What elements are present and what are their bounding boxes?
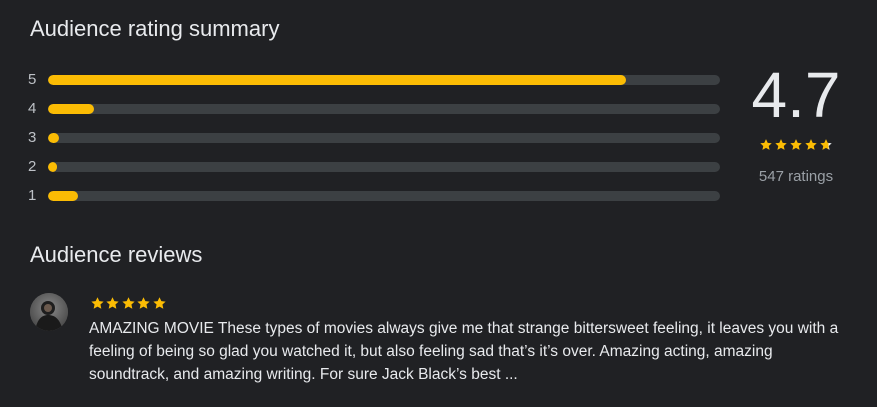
rating-bar-row-4[interactable]: 4 bbox=[28, 94, 723, 123]
rating-bar-fill bbox=[48, 190, 78, 201]
rating-bar-row-3[interactable]: 3 bbox=[28, 123, 723, 152]
rating-summary-title: Audience rating summary bbox=[30, 16, 280, 41]
star-icon bbox=[90, 296, 104, 309]
rating-bar-fill bbox=[48, 103, 94, 114]
rating-bar-label: 4 bbox=[28, 100, 37, 117]
star-icon bbox=[106, 296, 119, 309]
star-icon bbox=[137, 296, 150, 309]
star-icon bbox=[775, 139, 787, 150]
rating-bar-track bbox=[48, 132, 720, 143]
audience-reviews-title: Audience reviews bbox=[30, 242, 203, 267]
rating-bar-label: 3 bbox=[28, 129, 37, 146]
rating-bar-track bbox=[48, 103, 720, 114]
rating-bar-fill bbox=[48, 161, 58, 172]
average-score-box: 4.7 547 ratings bbox=[740, 58, 852, 185]
star-icon bbox=[760, 139, 772, 150]
star-icon bbox=[790, 139, 802, 150]
rating-bar-fill bbox=[48, 132, 59, 143]
rating-bar-fill bbox=[48, 74, 626, 85]
average-score-stars bbox=[740, 138, 852, 156]
rating-bar-track bbox=[48, 161, 720, 172]
rating-bar-label: 2 bbox=[28, 158, 37, 175]
rating-distribution: 5 4 3 2 1 bbox=[28, 65, 723, 210]
star-icon bbox=[820, 139, 832, 150]
review-body: AMAZING MOVIE These types of movies alwa… bbox=[89, 293, 849, 386]
rating-bar-row-1[interactable]: 1 bbox=[28, 181, 723, 210]
rating-bar-row-5[interactable]: 5 bbox=[28, 65, 723, 94]
star-icon bbox=[121, 296, 135, 309]
rating-bar-track bbox=[48, 74, 720, 85]
star-icon bbox=[152, 296, 166, 309]
rating-bar-label: 5 bbox=[28, 71, 37, 88]
user-avatar[interactable] bbox=[30, 293, 68, 331]
average-score: 4.7 bbox=[751, 59, 841, 131]
review-stars bbox=[89, 293, 849, 313]
ratings-count: 547 ratings bbox=[758, 168, 834, 185]
rating-bar-label: 1 bbox=[28, 187, 37, 204]
rating-bar-row-2[interactable]: 2 bbox=[28, 152, 723, 181]
star-icon bbox=[805, 139, 817, 150]
rating-bar-track bbox=[48, 190, 720, 201]
audience-rating-panel: Audience rating summary 5 4 3 2 1 4.7 54… bbox=[0, 0, 877, 407]
review-text: AMAZING MOVIE These types of movies alwa… bbox=[89, 320, 839, 383]
